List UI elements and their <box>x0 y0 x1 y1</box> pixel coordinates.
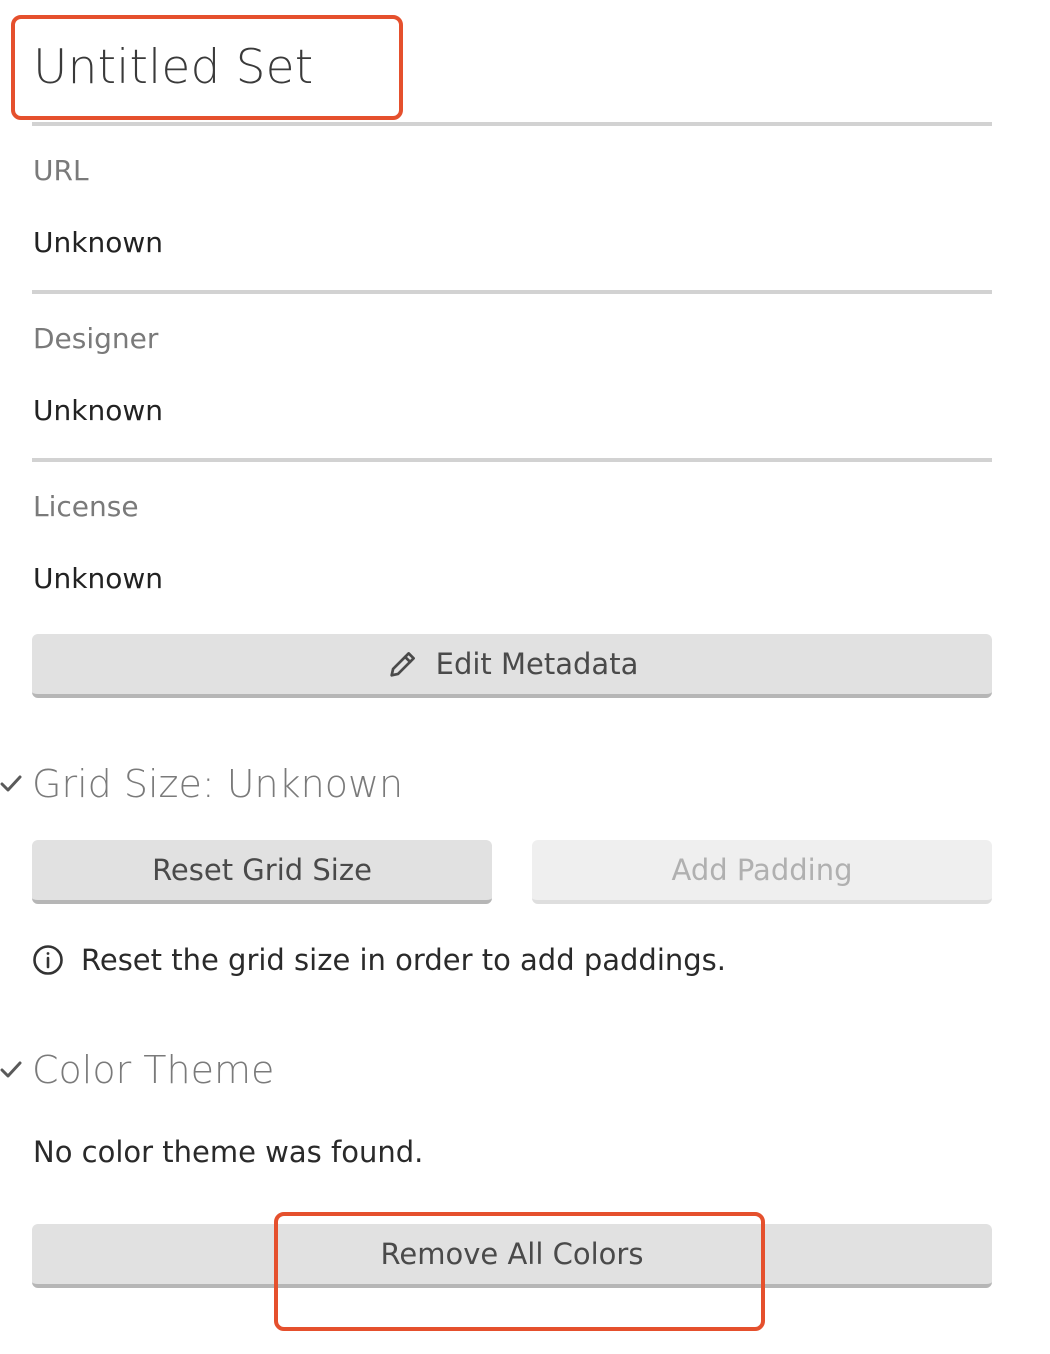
add-padding-button[interactable]: Add Padding <box>532 840 992 904</box>
separator <box>32 458 992 462</box>
edit-metadata-label: Edit Metadata <box>435 647 639 681</box>
info-circle-icon <box>32 944 64 976</box>
separator <box>32 122 992 126</box>
edit-metadata-button[interactable]: Edit Metadata <box>32 634 992 698</box>
chevron-collapse-icon[interactable] <box>0 1059 22 1081</box>
designer-value: Unknown <box>33 394 163 427</box>
grid-info-text: Reset the grid size in order to add padd… <box>81 943 727 977</box>
license-value: Unknown <box>33 562 163 595</box>
license-label: License <box>33 490 139 523</box>
remove-all-colors-button[interactable]: Remove All Colors <box>32 1224 992 1288</box>
separator <box>32 290 992 294</box>
color-theme-message: No color theme was found. <box>33 1135 424 1169</box>
url-value: Unknown <box>33 226 163 259</box>
url-label: URL <box>33 154 89 187</box>
grid-size-title[interactable]: Grid Size: Unknown <box>32 760 403 808</box>
chevron-collapse-icon[interactable] <box>0 773 22 795</box>
color-theme-title[interactable]: Color Theme <box>32 1046 274 1094</box>
designer-label: Designer <box>33 322 159 355</box>
reset-grid-size-button[interactable]: Reset Grid Size <box>32 840 492 904</box>
pencil-icon <box>386 647 420 681</box>
set-title[interactable]: Untitled Set <box>33 38 313 98</box>
